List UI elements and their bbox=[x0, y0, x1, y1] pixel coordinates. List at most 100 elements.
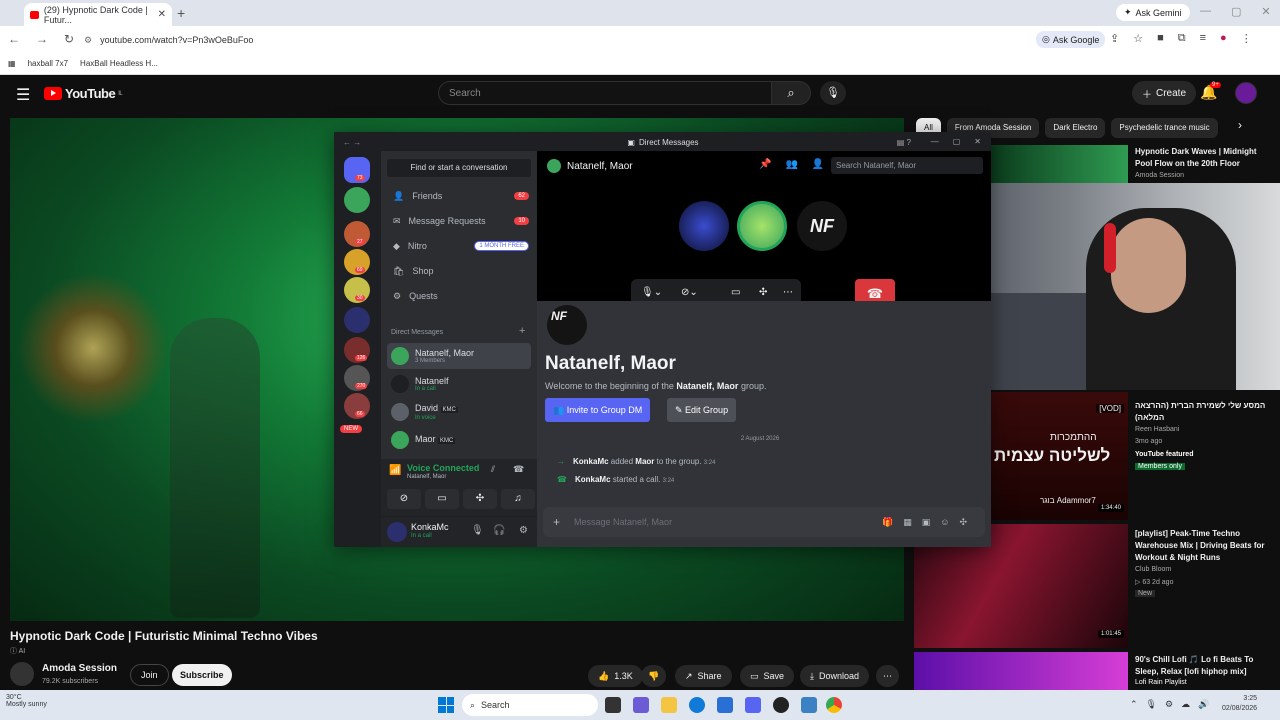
screen-share-icon[interactable]: ▭ bbox=[731, 287, 740, 298]
bookmark-star-icon[interactable]: ☆ bbox=[1133, 32, 1143, 45]
minimize-icon[interactable]: — bbox=[931, 137, 939, 146]
clock[interactable]: 3:25 02/08/2026 bbox=[1222, 694, 1257, 714]
dm-item[interactable]: Maor KMC bbox=[387, 427, 531, 453]
mic-toggle-icon[interactable]: 🎙⌄ bbox=[641, 287, 662, 298]
msg-user[interactable]: KonkaMc bbox=[575, 475, 611, 484]
ask-gemini-button[interactable]: ✦ Ask Gemini bbox=[1116, 4, 1190, 21]
nav-shop[interactable]: 🛍 Shop bbox=[389, 260, 529, 282]
account-avatar[interactable] bbox=[1235, 82, 1257, 104]
dm-item[interactable]: Natanelf, Maor 3 Members bbox=[387, 343, 531, 369]
file-explorer-icon[interactable] bbox=[661, 697, 677, 713]
add-friends-icon[interactable]: 👥 bbox=[785, 159, 797, 170]
related-title-2[interactable]: המסע שלי לשמירת הברית (ההרצאה המלאה) bbox=[1135, 400, 1275, 424]
app-icon[interactable] bbox=[633, 697, 649, 713]
extensions-puzzle-icon[interactable]: ⧉ bbox=[1178, 32, 1186, 45]
guild-icon[interactable] bbox=[344, 187, 370, 213]
site-info-icon[interactable]: ⚙ bbox=[84, 35, 92, 46]
chrome-icon[interactable] bbox=[826, 697, 842, 713]
create-dm-icon[interactable]: + bbox=[519, 325, 525, 337]
call-participant-avatar[interactable]: NF bbox=[797, 201, 847, 251]
maximize-icon[interactable]: ▢ bbox=[953, 137, 961, 146]
minimize-icon[interactable]: — bbox=[1200, 5, 1211, 18]
dm-item[interactable]: Natanelf In a call bbox=[387, 371, 531, 397]
close-icon[interactable]: ✕ bbox=[974, 137, 981, 146]
app-icon[interactable] bbox=[801, 697, 817, 713]
mic-icon[interactable]: 🎙 bbox=[471, 525, 484, 536]
settings-gear-icon[interactable]: ⚙ bbox=[519, 525, 528, 536]
soundboard-button[interactable]: ♫ bbox=[501, 489, 535, 509]
task-view-icon[interactable] bbox=[605, 697, 621, 713]
camera-off-button[interactable]: ⊘ bbox=[387, 489, 421, 509]
pin-icon[interactable]: 📌 bbox=[759, 159, 771, 170]
back-icon[interactable]: ← bbox=[8, 32, 20, 46]
nav-message-requests[interactable]: ✉ Message Requests 10 bbox=[389, 210, 529, 232]
inbox-icon[interactable]: ▤ ? bbox=[897, 138, 911, 147]
menu-icon[interactable]: ⋮ bbox=[1241, 32, 1252, 45]
download-button[interactable]: ⤓ Download bbox=[800, 665, 870, 687]
voice-channel-name[interactable]: Natanelf, Maor bbox=[407, 474, 446, 480]
guild-icon[interactable] bbox=[344, 307, 370, 333]
apps-icon[interactable]: ▦ bbox=[8, 59, 16, 68]
forward-icon[interactable]: → bbox=[36, 32, 48, 46]
create-button[interactable]: ＋ Create bbox=[1132, 81, 1197, 105]
disconnect-icon[interactable]: ☎ bbox=[513, 464, 524, 475]
more-actions-button[interactable]: ⋯ bbox=[876, 665, 899, 687]
maximize-icon[interactable]: ▢ bbox=[1231, 5, 1241, 18]
bookmark-2[interactable]: HaxBall Headless H... bbox=[80, 59, 158, 68]
nav-quests[interactable]: ⚙ Quests bbox=[389, 285, 529, 307]
share-button[interactable]: ↗ Share bbox=[675, 665, 732, 687]
subscribe-button[interactable]: Subscribe bbox=[172, 664, 232, 686]
chevron-right-icon[interactable]: › bbox=[1238, 118, 1242, 132]
nav-friends[interactable]: 👤 Friends 62 bbox=[389, 185, 529, 207]
dislike-button[interactable]: 👎 bbox=[641, 665, 667, 687]
back-arrow-icon[interactable]: ← → bbox=[343, 138, 361, 147]
msg-user[interactable]: KonkaMc bbox=[573, 457, 609, 466]
app-icon[interactable] bbox=[773, 697, 789, 713]
username[interactable]: KonkaMc bbox=[411, 522, 449, 532]
dm-item[interactable]: David KMC In voice bbox=[387, 399, 531, 425]
related-title-3[interactable]: [playlist] Peak-Time Techno Warehouse Mi… bbox=[1135, 528, 1275, 564]
channel-name[interactable]: Amoda Session bbox=[42, 663, 117, 674]
header-search-input[interactable]: Search Natanelf, Maor bbox=[831, 157, 983, 174]
more-icon[interactable]: ⋯ bbox=[783, 287, 793, 298]
profile-icon[interactable]: ● bbox=[1220, 32, 1227, 45]
app-icon[interactable] bbox=[717, 697, 733, 713]
close-window-icon[interactable]: ✕ bbox=[1261, 5, 1270, 18]
msg-target[interactable]: Maor bbox=[635, 457, 654, 466]
taskbar-search[interactable]: ⌕ Search bbox=[462, 694, 598, 716]
search-button[interactable]: ⌕ bbox=[771, 81, 811, 105]
activities-button[interactable]: ✣ bbox=[463, 489, 497, 509]
youtube-logo[interactable]: YouTube IL bbox=[44, 86, 123, 101]
user-avatar[interactable] bbox=[387, 522, 407, 542]
edit-group-button[interactable]: ✎ Edit Group bbox=[667, 398, 737, 422]
edge-icon[interactable] bbox=[689, 697, 705, 713]
weather-widget[interactable]: 30°C Mostly sunny bbox=[6, 694, 47, 708]
nav-nitro[interactable]: ◆ Nitro 1 MONTH FREE bbox=[389, 235, 529, 257]
start-button[interactable] bbox=[438, 697, 454, 713]
member-list-icon[interactable]: 👤 bbox=[812, 159, 824, 170]
headset-icon[interactable]: 🎧 bbox=[493, 525, 505, 536]
chip-dark-electro[interactable]: Dark Electro bbox=[1045, 118, 1106, 138]
related-thumb-2[interactable]: [VOD] ההתמכרות לשליטה עצמית בוגר Adammor… bbox=[990, 392, 1128, 520]
related-thumb-4[interactable] bbox=[914, 652, 1128, 690]
channel-avatar[interactable] bbox=[10, 662, 34, 686]
hamburger-menu-icon[interactable]: ☰ bbox=[16, 85, 30, 105]
camera-toggle-icon[interactable]: ⊘⌄ bbox=[681, 287, 698, 298]
call-participant-avatar[interactable] bbox=[737, 201, 787, 251]
discord-taskbar-icon[interactable] bbox=[745, 697, 761, 713]
related-title-4[interactable]: 90's Chill Lofi 🎵 Lo fi Beats To Sleep, … bbox=[1135, 654, 1275, 678]
voice-search-button[interactable]: 🎙 bbox=[820, 81, 846, 105]
related-title-1[interactable]: Hypnotic Dark Waves | Midnight Pool Flow… bbox=[1135, 146, 1275, 170]
call-participant-avatar[interactable] bbox=[679, 201, 729, 251]
install-icon[interactable]: ⇪ bbox=[1110, 32, 1119, 45]
like-button[interactable]: 👍 1.3K bbox=[588, 665, 643, 687]
media-icon[interactable]: ≡ bbox=[1200, 32, 1206, 45]
invite-button[interactable]: 👥 Invite to Group DM bbox=[545, 398, 651, 422]
attach-plus-icon[interactable]: + bbox=[553, 515, 560, 529]
browser-tab[interactable]: (29) Hypnotic Dark Code | Futur... ✕ bbox=[24, 3, 172, 26]
system-tray-icons[interactable]: ⌃🎙⚙☁🔊 bbox=[1130, 699, 1217, 710]
chip-psytrance[interactable]: Psychedelic trance music bbox=[1111, 118, 1218, 138]
find-conversation-button[interactable]: Find or start a conversation bbox=[387, 159, 531, 177]
reload-icon[interactable]: ↻ bbox=[64, 32, 74, 46]
new-tab-button[interactable]: + bbox=[177, 5, 185, 21]
